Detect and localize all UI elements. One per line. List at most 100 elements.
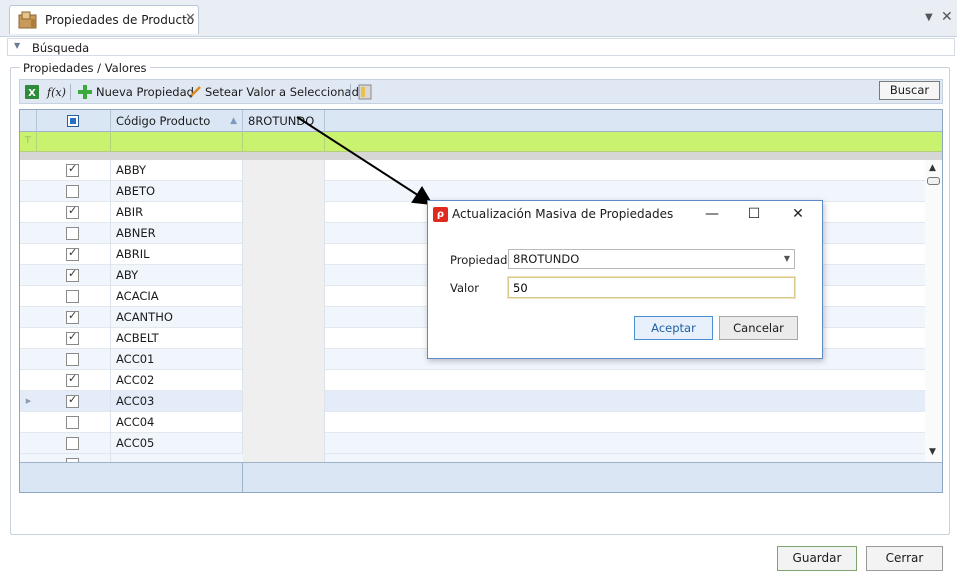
select-all-header[interactable] (37, 110, 111, 132)
property-value-cell[interactable] (243, 328, 325, 349)
product-code-cell[interactable]: ABBY (111, 160, 243, 181)
accept-button[interactable]: Aceptar (634, 316, 713, 340)
row-checkbox[interactable] (66, 185, 79, 198)
property-value-cell[interactable] (243, 412, 325, 433)
row-checkbox[interactable] (66, 162, 79, 177)
formula-button[interactable]: f(x) (47, 83, 66, 101)
row-indicator (20, 328, 37, 349)
select-cell (37, 412, 111, 433)
maximize-icon[interactable]: ☐ (744, 205, 764, 223)
product-code-cell[interactable]: ACC02 (111, 370, 243, 391)
app-logo-icon: ρ (433, 207, 448, 222)
property-value-cell[interactable] (243, 265, 325, 286)
property-value-cell[interactable] (243, 202, 325, 223)
product-code-cell[interactable]: ABY (111, 265, 243, 286)
row-checkbox[interactable] (66, 372, 79, 387)
property-value-cell[interactable] (243, 349, 325, 370)
tab-propiedades-producto[interactable]: Propiedades de Producto ✕ (9, 5, 199, 34)
save-button[interactable]: Guardar (777, 546, 857, 571)
close-button[interactable]: Cerrar (866, 546, 943, 571)
property-value-cell[interactable] (243, 433, 325, 454)
product-code-cell[interactable]: ACC03 (111, 391, 243, 412)
group-title: Propiedades / Valores (20, 61, 150, 75)
scroll-up-icon[interactable]: ▲ (929, 163, 936, 173)
product-code-cell[interactable]: ACANTHO (111, 307, 243, 328)
table-row[interactable]: ABETO (20, 181, 925, 202)
scroll-thumb[interactable] (927, 177, 940, 185)
product-code-cell[interactable]: ABETO (111, 181, 243, 202)
property-select[interactable]: 8ROTUNDO ▼ (508, 249, 795, 269)
property-value-cell[interactable] (243, 181, 325, 202)
product-code-cell[interactable]: ACACIA (111, 286, 243, 307)
filter-cell-8rotundo[interactable] (243, 132, 325, 152)
filter-cell-codigo[interactable] (111, 132, 243, 152)
tab-menu-chevron-icon[interactable]: ▼ (925, 12, 933, 23)
table-row[interactable] (20, 454, 925, 462)
row-checkbox[interactable] (66, 309, 79, 324)
value-input[interactable] (507, 276, 796, 299)
row-checkbox[interactable] (66, 416, 79, 429)
dialog-title: Actualización Masiva de Propiedades (452, 207, 674, 221)
row-checkbox[interactable] (66, 227, 79, 240)
row-checkbox[interactable] (66, 246, 79, 261)
product-code-cell[interactable]: ABNER (111, 223, 243, 244)
filter-row[interactable]: ⊤ (20, 132, 942, 152)
tab-close-icon[interactable]: ✕ (185, 11, 196, 26)
select-cell (37, 454, 111, 462)
table-row[interactable]: ABBY (20, 160, 925, 181)
new-property-button[interactable]: Nueva Propiedad (77, 83, 194, 101)
product-code-cell[interactable]: ACC01 (111, 349, 243, 370)
product-code-cell[interactable]: ACC05 (111, 433, 243, 454)
excel-icon: X (25, 85, 39, 99)
property-value-cell[interactable] (243, 454, 325, 462)
column-header-8rotundo[interactable]: 8ROTUNDO (243, 110, 325, 132)
property-value-cell[interactable] (243, 286, 325, 307)
filter-cell-select[interactable] (37, 132, 111, 152)
cancel-button[interactable]: Cancelar (719, 316, 798, 340)
row-checkbox[interactable] (66, 267, 79, 282)
minimize-icon[interactable]: — (702, 205, 722, 223)
select-cell (37, 433, 111, 454)
table-row[interactable]: ACC02 (20, 370, 925, 391)
grid-header: Código Producto ▲ 8ROTUNDO (20, 110, 942, 132)
close-icon[interactable]: ✕ (788, 205, 808, 223)
product-code-cell[interactable]: ACC04 (111, 412, 243, 433)
export-excel-button[interactable]: X (24, 83, 40, 101)
row-indicator (20, 349, 37, 370)
plus-icon (78, 85, 92, 99)
row-checkbox[interactable] (66, 204, 79, 219)
product-code-cell[interactable]: ABRIL (111, 244, 243, 265)
vertical-scrollbar[interactable]: ▲ ▼ (925, 160, 942, 462)
row-indicator (20, 265, 37, 286)
scroll-down-icon[interactable]: ▼ (929, 447, 936, 457)
select-cell (37, 160, 111, 181)
row-checkbox[interactable] (66, 353, 79, 366)
select-cell (37, 370, 111, 391)
table-row[interactable]: ACC05 (20, 433, 925, 454)
property-value-cell[interactable] (243, 223, 325, 244)
pencil-icon (189, 86, 201, 98)
property-value-cell[interactable] (243, 391, 325, 412)
table-row[interactable]: ACC04 (20, 412, 925, 433)
row-checkbox[interactable] (66, 437, 79, 450)
property-value-cell[interactable] (243, 160, 325, 181)
column-chooser-button[interactable] (358, 83, 372, 101)
toolbar-divider (70, 84, 71, 100)
product-code-cell[interactable]: ABIR (111, 202, 243, 223)
set-value-selected-button[interactable]: Setear Valor a Seleccionadas (188, 83, 372, 101)
property-value-cell[interactable] (243, 244, 325, 265)
property-value-cell[interactable] (243, 307, 325, 328)
row-checkbox[interactable] (66, 393, 79, 408)
column-header-codigo[interactable]: Código Producto ▲ (111, 110, 243, 132)
search-button[interactable]: Buscar (879, 81, 940, 100)
row-checkbox[interactable] (66, 290, 79, 303)
row-indicator (20, 370, 37, 391)
row-checkbox[interactable] (66, 330, 79, 345)
table-row[interactable]: ▶ ACC03 (20, 391, 925, 412)
product-code-cell[interactable]: ACBELT (111, 328, 243, 349)
select-all-checkbox[interactable] (67, 115, 79, 127)
close-window-icon[interactable]: ✕ (941, 9, 953, 25)
search-section-header[interactable]: ▼ Búsqueda (7, 38, 955, 56)
property-value-cell[interactable] (243, 370, 325, 391)
current-row-icon: ▶ (25, 397, 32, 405)
